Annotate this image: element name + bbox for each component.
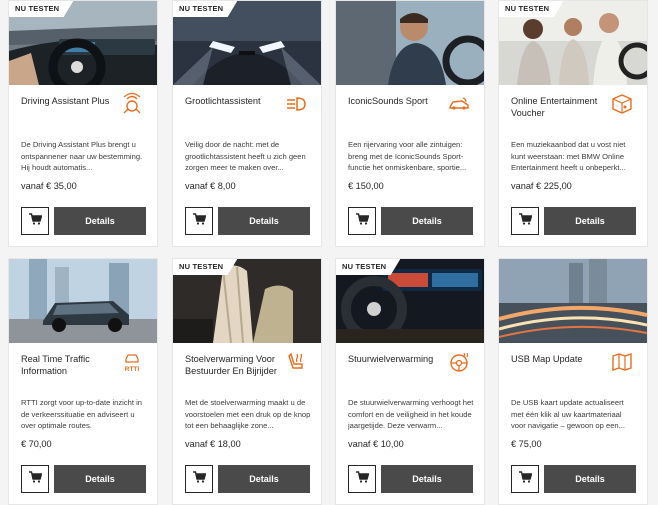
add-to-cart-button[interactable]	[185, 465, 213, 493]
rtti-icon: RTTI	[121, 351, 143, 373]
product-image[interactable]: NU TESTEN	[9, 1, 157, 85]
product-card: USB Map Update De USB kaart update actua…	[498, 258, 648, 505]
cart-icon	[192, 212, 206, 230]
map-update-icon	[611, 351, 633, 373]
product-card: NU TESTEN Grootlichtassistent Veilig doo…	[172, 0, 322, 247]
details-button[interactable]: Details	[54, 465, 146, 493]
product-card: NU TESTEN Driving Assistant Plus De Driv…	[8, 0, 158, 247]
cart-icon	[28, 212, 42, 230]
product-title[interactable]: Online Entertainment Voucher	[511, 95, 611, 119]
product-price: vanaf € 10,00	[348, 439, 404, 449]
product-photo	[499, 259, 647, 343]
add-to-cart-button[interactable]	[185, 207, 213, 235]
add-to-cart-button[interactable]	[511, 465, 539, 493]
product-description: De stuurwielverwarming verhoogt het comf…	[348, 398, 474, 430]
product-image[interactable]	[9, 259, 157, 343]
product-image[interactable]: NU TESTEN	[336, 259, 484, 343]
details-button[interactable]: Details	[381, 207, 473, 235]
details-button[interactable]: Details	[218, 465, 310, 493]
product-price: € 75,00	[511, 439, 542, 449]
details-button[interactable]: Details	[54, 207, 146, 235]
details-button[interactable]: Details	[544, 465, 636, 493]
product-description: Met de stoelverwarming maakt u de voorst…	[185, 398, 311, 430]
product-image[interactable]: NU TESTEN	[173, 259, 321, 343]
product-card: NU TESTEN Online Entertainment Voucher E…	[498, 0, 648, 247]
product-title[interactable]: Driving Assistant Plus	[21, 95, 121, 107]
high-beam-icon	[285, 93, 307, 115]
product-description: Veilig door de nacht: met de grootlichta…	[185, 140, 306, 172]
details-button[interactable]: Details	[381, 465, 473, 493]
details-button[interactable]: Details	[218, 207, 310, 235]
product-description: Een muziekaanbod dat u vost niet kunt we…	[511, 140, 626, 172]
svg-text:RTTI: RTTI	[125, 366, 140, 373]
product-price: € 70,00	[21, 439, 52, 449]
try-badge: NU TESTEN	[499, 1, 564, 17]
add-to-cart-button[interactable]	[21, 207, 49, 235]
product-grid: NU TESTEN Driving Assistant Plus De Driv…	[0, 0, 658, 505]
product-title[interactable]: Stuurwielverwarming	[348, 353, 448, 365]
seat-heating-icon	[285, 351, 307, 373]
product-image[interactable]: NU TESTEN	[499, 1, 647, 85]
add-to-cart-button[interactable]	[348, 465, 376, 493]
product-price: vanaf € 225,00	[511, 181, 572, 191]
cart-icon	[518, 212, 532, 230]
try-badge: NU TESTEN	[173, 1, 238, 17]
product-card: IconicSounds Sport Een rijervaring voor …	[335, 0, 485, 247]
product-title[interactable]: USB Map Update	[511, 353, 611, 365]
product-title[interactable]: Stoelverwarming Voor Bestuurder En Bijri…	[185, 353, 285, 377]
product-card: NU TESTEN Stoelverwarming Voor Bestuurde…	[172, 258, 322, 505]
product-title[interactable]: Real Time Traffic Information	[21, 353, 121, 377]
cart-icon	[355, 212, 369, 230]
product-image[interactable]	[499, 259, 647, 343]
driver-assist-icon	[121, 93, 143, 115]
cart-icon	[192, 470, 206, 488]
cart-icon	[28, 470, 42, 488]
try-badge: NU TESTEN	[336, 259, 401, 275]
product-card: Real Time Traffic Information RTTI RTTI …	[8, 258, 158, 505]
try-badge: NU TESTEN	[173, 259, 238, 275]
product-price: vanaf € 18,00	[185, 439, 241, 449]
product-description: De USB kaart update actualiseert met één…	[511, 398, 625, 430]
product-title[interactable]: Grootlichtassistent	[185, 95, 285, 107]
try-badge: NU TESTEN	[9, 1, 74, 17]
add-to-cart-button[interactable]	[348, 207, 376, 235]
product-price: € 150,00	[348, 181, 384, 191]
cart-icon	[518, 470, 532, 488]
product-photo	[336, 1, 484, 85]
add-to-cart-button[interactable]	[511, 207, 539, 235]
add-to-cart-button[interactable]	[21, 465, 49, 493]
product-image[interactable]: NU TESTEN	[173, 1, 321, 85]
product-description: RTTI zorgt voor up-to-date inzicht in de…	[21, 398, 142, 430]
product-description: Een rijervaring voor alle zintuigen: bre…	[348, 140, 467, 172]
product-image[interactable]	[336, 1, 484, 85]
details-button[interactable]: Details	[544, 207, 636, 235]
product-title[interactable]: IconicSounds Sport	[348, 95, 448, 107]
product-card: NU TESTEN Stuurwielverwarming De stuurwi…	[335, 258, 485, 505]
product-photo	[9, 259, 157, 343]
product-price: vanaf € 35,00	[21, 181, 77, 191]
steering-heating-icon	[448, 351, 470, 373]
product-description: De Driving Assistant Plus brengt u ontsp…	[21, 140, 143, 172]
product-price: vanaf € 8,00	[185, 181, 236, 191]
music-cube-icon	[611, 93, 633, 115]
cart-icon	[355, 470, 369, 488]
car-sound-icon	[448, 93, 470, 115]
